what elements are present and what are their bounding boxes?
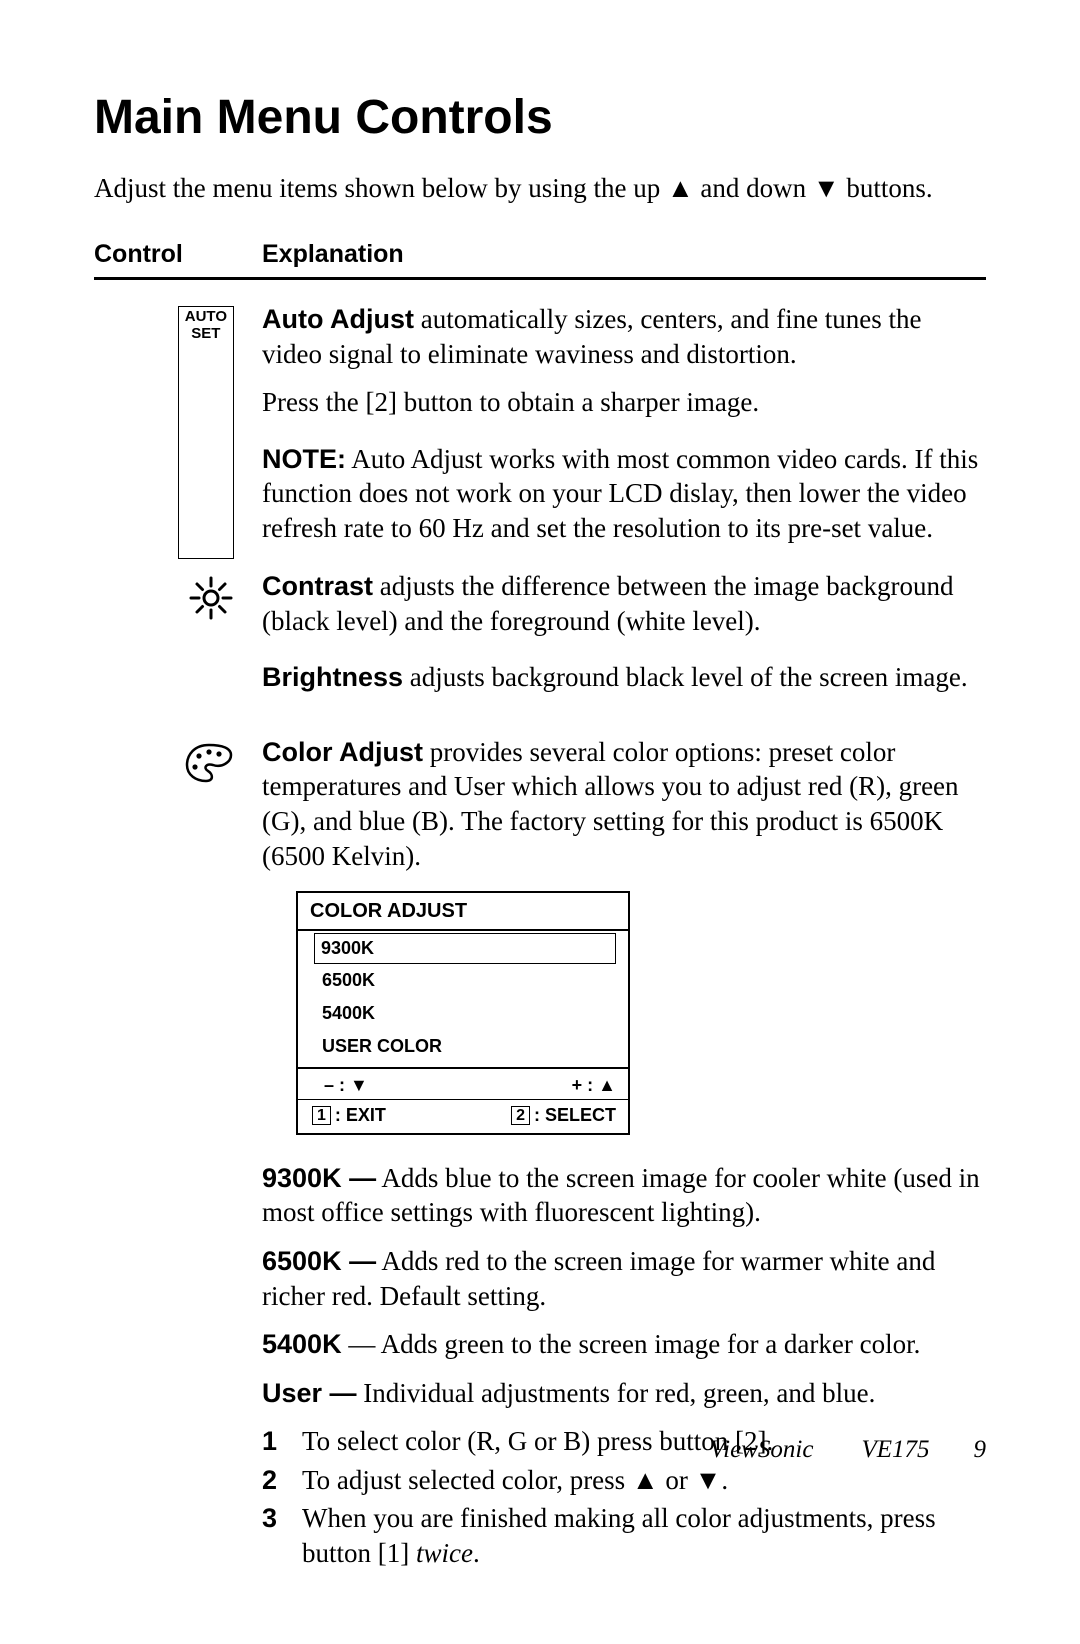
osd-select: 2: SELECT xyxy=(511,1104,616,1127)
temp-5400k-label: 5400K xyxy=(262,1329,342,1359)
palette-icon xyxy=(184,741,234,1574)
osd-item-user-color: USER COLOR xyxy=(316,1030,616,1063)
osd-exit: 1: EXIT xyxy=(312,1104,386,1127)
auto-note-label: NOTE: xyxy=(262,444,346,474)
keycap-2-icon: 2 xyxy=(511,1106,530,1125)
step-2: To adjust selected color, press ▲ or ▼. xyxy=(262,1463,986,1498)
osd-list: 9300K 6500K 5400K USER COLOR xyxy=(298,931,628,1067)
footer-brand: ViewSonic xyxy=(710,1436,814,1463)
osd-nav: – : ▼ + : ▲ xyxy=(298,1067,628,1099)
keycap-1-icon: 1 xyxy=(312,1106,331,1125)
contrast-label: Contrast xyxy=(262,571,373,601)
step-3c: . xyxy=(473,1538,480,1568)
brightness-label: Brightness xyxy=(262,662,403,692)
osd-item-9300k: 9300K xyxy=(314,933,616,964)
osd-nav-minus: – : ▼ xyxy=(324,1074,368,1097)
temp-5400k: 5400K — Adds green to the screen image f… xyxy=(262,1327,986,1362)
osd-title: COLOR ADJUST xyxy=(298,893,628,931)
osd-nav-plus: + : ▲ xyxy=(572,1074,616,1097)
footer-page-number: 9 xyxy=(974,1436,987,1463)
osd-select-label: : SELECT xyxy=(534,1105,616,1125)
auto-note: NOTE: Auto Adjust works with most common… xyxy=(262,442,986,546)
brightness-body: adjusts background black level of the sc… xyxy=(403,662,968,692)
step-3a: When you are finished making all color a… xyxy=(302,1503,936,1568)
temp-9300k-label: 9300K — xyxy=(262,1163,376,1193)
temp-9300k: 9300K — Adds blue to the screen image fo… xyxy=(262,1161,986,1230)
brightness-icon xyxy=(188,575,234,709)
contrast-desc: Contrast adjusts the difference between … xyxy=(262,569,986,638)
step-3: When you are finished making all color a… xyxy=(262,1501,986,1570)
step-2-text: To adjust selected color, press ▲ or ▼. xyxy=(302,1463,728,1498)
table-header-row: Control Explanation xyxy=(94,240,986,280)
auto-label: Auto Adjust xyxy=(262,304,414,334)
footer-model: VE175 xyxy=(861,1436,929,1463)
intro-text: Adjust the menu items shown below by usi… xyxy=(94,173,986,204)
col-control-head: Control xyxy=(94,240,262,269)
temp-6500k-label: 6500K — xyxy=(262,1246,376,1276)
autoset-line2: SET xyxy=(185,326,227,343)
osd-color-adjust: COLOR ADJUST 9300K 6500K 5400K USER COLO… xyxy=(296,891,630,1135)
color-label: Color Adjust xyxy=(262,737,423,767)
row-auto-adjust: AUTO SET Auto Adjust automatically sizes… xyxy=(94,302,986,559)
temp-user-body: Individual adjustments for red, green, a… xyxy=(357,1378,876,1408)
brightness-desc: Brightness adjusts background black leve… xyxy=(262,660,986,695)
step-1-text: To select color (R, G or B) press button… xyxy=(302,1424,773,1459)
row-contrast: Contrast adjusts the difference between … xyxy=(94,569,986,709)
autoset-line1: AUTO xyxy=(185,309,227,326)
col-explanation-head: Explanation xyxy=(262,240,986,269)
temp-user-label: User — xyxy=(262,1378,357,1408)
autoset-icon: AUTO SET xyxy=(178,306,234,559)
temp-6500k: 6500K — Adds red to the screen image for… xyxy=(262,1244,986,1313)
auto-desc: Auto Adjust automatically sizes, centers… xyxy=(262,302,986,371)
osd-item-5400k: 5400K xyxy=(316,997,616,1030)
temp-5400k-body: — Adds green to the screen image for a d… xyxy=(342,1329,921,1359)
osd-exit-label: : EXIT xyxy=(335,1105,386,1125)
color-desc: Color Adjust provides several color opti… xyxy=(262,735,986,873)
temp-user: User — Individual adjustments for red, g… xyxy=(262,1376,986,1411)
auto-note-body: Auto Adjust works with most common video… xyxy=(262,444,978,543)
auto-press: Press the [2] button to obtain a sharper… xyxy=(262,385,986,420)
osd-item-6500k: 6500K xyxy=(316,964,616,997)
page-footer: ViewSonic VE175 9 xyxy=(710,1436,986,1464)
step-3b: twice xyxy=(416,1538,473,1568)
page-title: Main Menu Controls xyxy=(94,90,986,145)
osd-buttons: 1: EXIT 2: SELECT xyxy=(298,1099,628,1133)
